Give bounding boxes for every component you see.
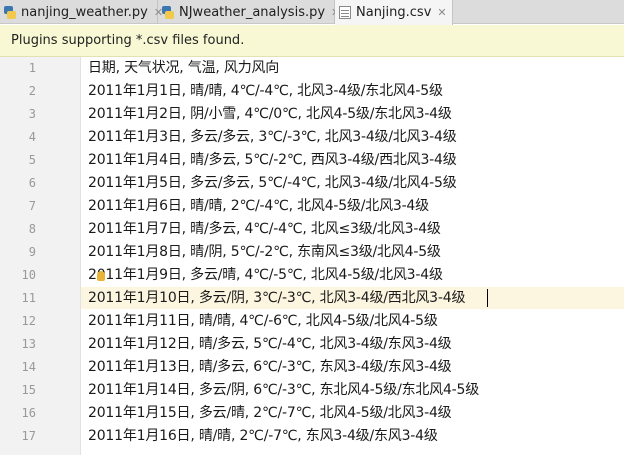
line-number: 1: [28, 61, 36, 75]
code-line[interactable]: 2011年1月3日, 多云/多云, 3℃/-3℃, 北风3-4级/北风3-4级: [88, 126, 457, 149]
code-line[interactable]: 2011年1月7日, 晴/多云, 4℃/-4℃, 北风≤3级/北风3-4级: [88, 218, 441, 241]
line-number: 9: [28, 245, 36, 259]
line-number: 13: [21, 337, 36, 351]
code-line[interactable]: 2011年1月4日, 晴/多云, 5℃/-2℃, 西风3-4级/西北风3-4级: [88, 149, 457, 172]
code-line[interactable]: 2011年1月16日, 晴/晴, 2℃/-7℃, 东风3-4级/东风3-4级: [88, 425, 438, 448]
text-caret: [487, 289, 488, 307]
python-file-icon: [162, 5, 174, 19]
code-line[interactable]: 2011年1月2日, 阴/小雪, 4℃/0℃, 北风4-5级/东北风3-4级: [88, 103, 452, 126]
code-line[interactable]: 2011年1月14日, 多云/阴, 6℃/-3℃, 东北风4-5级/东北风4-5…: [88, 379, 479, 402]
code-line[interactable]: 2011年1月15日, 多云/晴, 2℃/-7℃, 北风4-5级/北风3-4级: [88, 402, 452, 425]
tab-label: Nanjing.csv: [356, 5, 432, 20]
line-number: 10: [21, 268, 36, 282]
code-line[interactable]: 2011年1月1日, 晴/晴, 4℃/-4℃, 北风3-4级/东北风4-5级: [88, 80, 443, 103]
code-line[interactable]: 2011年1月13日, 晴/多云, 6℃/-3℃, 东风3-4级/东风3-4级: [88, 356, 452, 379]
tab-nanjing-weather-py[interactable]: nanjing_weather.py ✕: [0, 0, 163, 24]
line-number: 15: [21, 383, 36, 397]
python-file-icon: [4, 5, 16, 19]
line-number: 14: [21, 360, 36, 374]
line-number: 11: [21, 291, 36, 305]
line-number: 16: [21, 406, 36, 420]
line-number: 2: [28, 84, 36, 98]
tab-label: nanjing_weather.py: [21, 4, 148, 20]
line-number: 17: [21, 429, 36, 443]
code-line[interactable]: 日期, 天气状况, 气温, 风力风向: [88, 57, 279, 80]
plugin-notice-text: Plugins supporting *.csv files found.: [11, 33, 245, 48]
code-line[interactable]: 2011年1月8日, 晴/阴, 5℃/-2℃, 东南风≤3级/北风4-5级: [88, 241, 441, 264]
tab-label: NJweather_analysis.py: [179, 4, 326, 20]
code-editor[interactable]: 1 日期, 天气状况, 气温, 风力风向 2 2011年1月1日, 晴/晴, 4℃/-…: [0, 57, 624, 455]
code-line[interactable]: 2011年1月5日, 多云/多云, 5℃/-4℃, 北风3-4级/北风4-5级: [88, 172, 457, 195]
code-line[interactable]: 2011年1月11日, 晴/晴, 4℃/-6℃, 北风4-5级/北风4-5级: [88, 310, 438, 333]
line-number: 12: [21, 314, 36, 328]
line-number: 5: [28, 153, 36, 167]
line-number: 6: [28, 176, 36, 190]
plugin-notification-bar: Plugins supporting *.csv files found.: [0, 25, 624, 57]
line-number: 7: [28, 199, 36, 213]
code-line[interactable]: 2011年1月12日, 晴/多云, 5℃/-4℃, 北风3-4级/东风3-4级: [88, 333, 452, 356]
csv-file-icon: [339, 6, 351, 19]
lightbulb-icon[interactable]: [97, 271, 105, 281]
tab-njweather-analysis-py[interactable]: NJweather_analysis.py ✕: [158, 0, 340, 24]
code-line[interactable]: 2011年1月9日, 多云/晴, 4℃/-5℃, 北风4-5级/北风3-4级: [88, 264, 443, 287]
code-line[interactable]: 2011年1月6日, 晴/晴, 2℃/-4℃, 北风4-5级/北风3-4级: [88, 195, 429, 218]
line-number: 3: [28, 107, 36, 121]
tab-nanjing-csv[interactable]: Nanjing.csv ✕: [335, 0, 453, 25]
line-number: 8: [28, 222, 36, 236]
close-icon[interactable]: ✕: [437, 6, 446, 19]
line-number: 4: [28, 130, 36, 144]
editor-tab-bar: nanjing_weather.py ✕ NJweather_analysis.…: [0, 0, 624, 25]
code-line[interactable]: 2011年1月10日, 多云/阴, 3℃/-3℃, 北风3-4级/西北风3-4级: [88, 287, 465, 310]
